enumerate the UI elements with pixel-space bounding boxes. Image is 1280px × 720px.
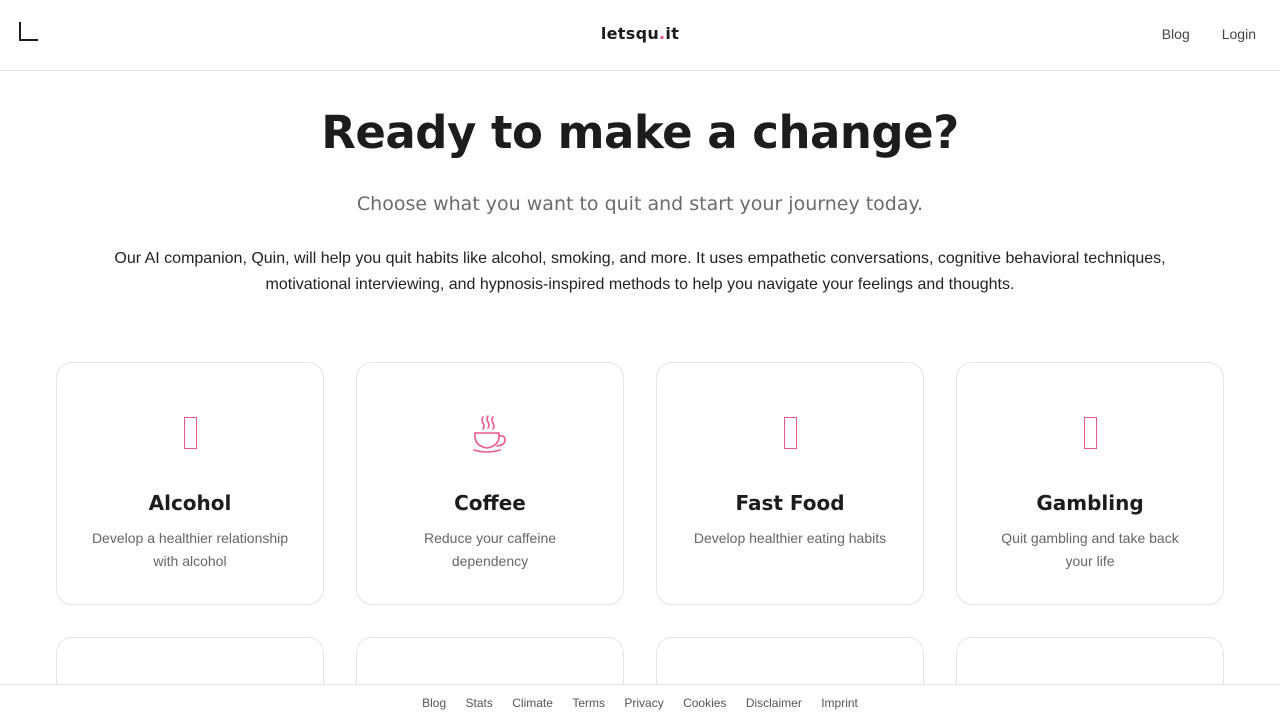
site-footer: Blog Stats Climate Terms Privacy Cookies…: [0, 684, 1280, 720]
card-title: Coffee: [454, 491, 526, 515]
footer-privacy-link[interactable]: Privacy: [615, 696, 674, 710]
top-nav: Blog Login: [1162, 26, 1256, 42]
card-alcohol[interactable]: Alcohol Develop a healthier relationship…: [56, 362, 324, 605]
page-description: Our AI companion, Quin, will help you qu…: [114, 250, 1166, 293]
footer-stats-link[interactable]: Stats: [456, 696, 503, 710]
card-description: Reduce your caffeine dependency: [423, 530, 557, 569]
footer-cookies-link[interactable]: Cookies: [673, 696, 736, 710]
card-description: Quit gambling and take back your life: [1001, 530, 1179, 569]
site-header: letsqu.it Blog Login: [0, 0, 1280, 71]
logo-corner-icon[interactable]: [19, 22, 38, 41]
brand-suffix: it: [665, 24, 680, 43]
card-coffee[interactable]: Coffee Reduce your caffeine dependency: [356, 362, 624, 605]
card-title: Alcohol: [148, 491, 232, 515]
footer-disclaimer-link[interactable]: Disclaimer: [736, 696, 811, 710]
nav-blog-link[interactable]: Blog: [1162, 26, 1190, 42]
missing-glyph-icon: [657, 409, 923, 457]
card-description: Develop a healthier relationship with al…: [91, 530, 289, 569]
footer-imprint-link[interactable]: Imprint: [812, 696, 868, 710]
footer-terms-link[interactable]: Terms: [563, 696, 615, 710]
page-title: Ready to make a change?: [321, 106, 959, 159]
missing-glyph-icon: [57, 409, 323, 457]
card-gambling[interactable]: Gambling Quit gambling and take back you…: [956, 362, 1224, 605]
missing-glyph-icon: [957, 409, 1223, 457]
brand-logo: letsqu.it: [0, 24, 1280, 43]
footer-climate-link[interactable]: Climate: [503, 696, 563, 710]
card-title: Fast Food: [735, 491, 845, 515]
nav-login-link[interactable]: Login: [1222, 26, 1256, 42]
page-subtitle: Choose what you want to quit and start y…: [356, 193, 924, 215]
card-title: Gambling: [1036, 491, 1144, 515]
brand-prefix: letsqu: [600, 24, 660, 43]
card-fast-food[interactable]: Fast Food Develop healthier eating habit…: [656, 362, 924, 605]
card-description: Develop healthier eating habits: [693, 530, 887, 546]
footer-blog-link[interactable]: Blog: [412, 696, 455, 710]
coffee-cup-icon: [357, 409, 623, 457]
brand-link[interactable]: letsqu.it: [601, 24, 679, 43]
